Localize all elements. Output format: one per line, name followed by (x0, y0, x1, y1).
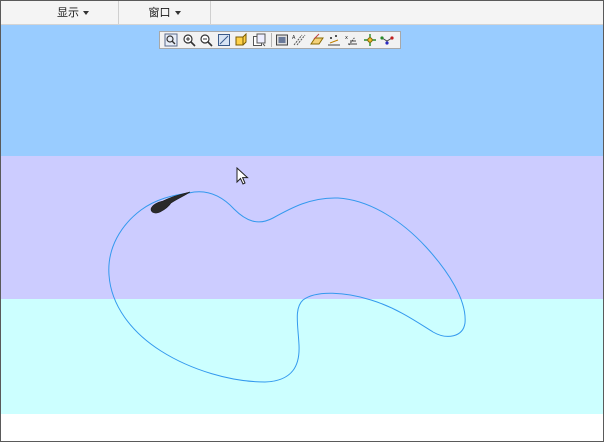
saved-views-icon[interactable] (251, 32, 267, 48)
display-settings-icon[interactable] (274, 32, 290, 48)
graphics-viewport[interactable]: A x (1, 25, 603, 414)
menu-window[interactable]: 窗口 (119, 1, 211, 24)
svg-text:A: A (292, 35, 296, 41)
spin-center-icon[interactable] (362, 32, 378, 48)
menu-window-label: 窗口 (148, 6, 171, 19)
zoom-window-icon[interactable] (163, 32, 179, 48)
menu-bar: 显示 窗口 (1, 1, 603, 25)
csys-display-icon[interactable]: x (344, 32, 360, 48)
zoom-out-icon[interactable] (198, 32, 214, 48)
menu-display[interactable]: 显示 (28, 1, 119, 24)
highlighted-segment[interactable] (150, 191, 191, 214)
refit-icon[interactable] (216, 32, 232, 48)
application-window: 显示 窗口 A x (0, 0, 604, 442)
menu-display-label: 显示 (57, 6, 79, 19)
plane-display-icon[interactable] (309, 32, 325, 48)
zoom-in-icon[interactable] (181, 32, 197, 48)
annotation-display-icon[interactable] (379, 32, 395, 48)
caret-down-icon (174, 11, 181, 15)
point-display-icon[interactable] (326, 32, 342, 48)
mouse-pointer-icon (236, 167, 249, 185)
toolbar-separator (270, 33, 272, 47)
svg-text:x: x (345, 35, 348, 41)
shaded-view-icon[interactable] (233, 32, 249, 48)
caret-down-icon (83, 11, 89, 15)
spline-curve[interactable] (108, 191, 466, 383)
view-toolbar: A x (159, 31, 401, 49)
axis-display-icon[interactable]: A (291, 32, 307, 48)
model-canvas (108, 191, 466, 383)
